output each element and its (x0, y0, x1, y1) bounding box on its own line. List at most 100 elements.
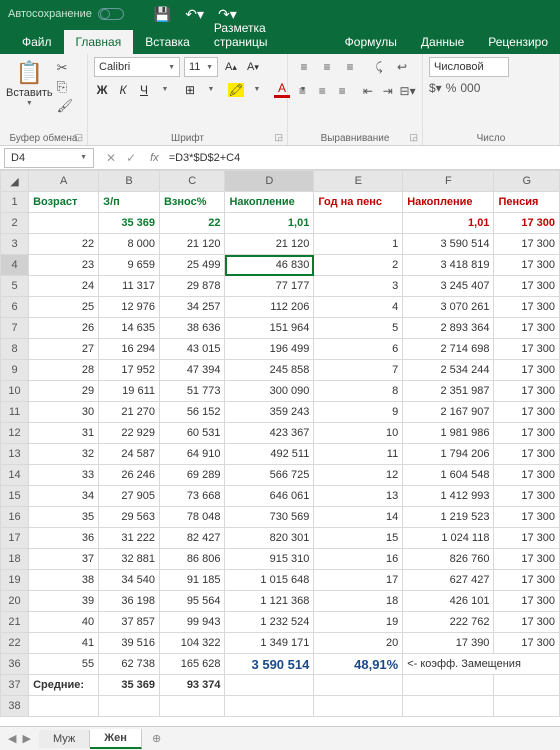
col-E[interactable]: E (314, 171, 403, 192)
col-G[interactable]: G (494, 171, 560, 192)
group-number-label: Число (477, 133, 506, 144)
select-all[interactable]: ◢ (1, 171, 29, 192)
table-row: 16 35 29 563 78 048 730 569 14 1 219 523… (1, 507, 560, 528)
formula-input[interactable]: =D3*$D$2+C4 (165, 152, 560, 164)
launcher-icon[interactable]: ◲ (74, 132, 83, 143)
align-bottom-icon[interactable]: ≡ (340, 57, 360, 77)
name-box[interactable]: D4▼ (4, 148, 94, 168)
table-row: 9 28 17 952 47 394 245 858 7 2 534 244 1… (1, 360, 560, 381)
table-row: 5 24 11 317 29 878 77 177 3 3 245 407 17… (1, 276, 560, 297)
wrap-text-icon[interactable]: ↩ (392, 57, 412, 77)
col-D[interactable]: D (225, 171, 314, 192)
align-center-icon[interactable]: ≡ (314, 81, 331, 101)
col-C[interactable]: C (159, 171, 224, 192)
table-row: 20 39 36 198 95 564 1 121 368 18 426 101… (1, 591, 560, 612)
table-row: 22 41 39 516 104 322 1 349 171 20 17 390… (1, 633, 560, 654)
clipboard-icon: 📋 (16, 60, 43, 86)
autosave-label: Автосохранение (8, 8, 92, 20)
merge-icon[interactable]: ⊟▾ (399, 81, 416, 101)
table-row: 2 35 369 22 1,01 1,01 17 300 (1, 213, 560, 234)
align-left-icon[interactable]: ≡ (294, 81, 311, 101)
table-row: 7 26 14 635 38 636 151 964 5 2 893 364 1… (1, 318, 560, 339)
align-right-icon[interactable]: ≡ (334, 81, 351, 101)
format-painter-icon[interactable]: 🖌 (57, 98, 74, 114)
table-row: 10 29 19 611 51 773 300 090 8 2 351 987 … (1, 381, 560, 402)
grid[interactable]: ◢ A B C D E F G 1 Возраст З/п Взнос% Нак… (0, 170, 560, 717)
bold-button[interactable]: Ж (94, 83, 110, 97)
font-name-combo[interactable]: Calibri▼ (94, 57, 180, 77)
align-middle-icon[interactable]: ≡ (317, 57, 337, 77)
font-size-combo[interactable]: 11▼ (184, 57, 218, 77)
comma-icon[interactable]: 000 (460, 81, 480, 95)
indent-dec-icon[interactable]: ⇤ (359, 81, 376, 101)
col-F[interactable]: F (403, 171, 494, 192)
add-sheet-icon[interactable]: ⊕ (142, 732, 171, 745)
table-row: 11 30 21 270 56 152 359 243 9 2 167 907 … (1, 402, 560, 423)
tab-data[interactable]: Данные (409, 30, 476, 54)
underline-button[interactable]: Ч (136, 83, 152, 97)
tab-home[interactable]: Главная (64, 30, 134, 54)
orientation-icon[interactable]: ⤹ (369, 57, 389, 77)
table-row: 8 27 16 294 43 015 196 499 6 2 714 698 1… (1, 339, 560, 360)
table-row: 12 31 22 929 60 531 423 367 10 1 981 986… (1, 423, 560, 444)
italic-button[interactable]: К (115, 83, 131, 97)
table-row: 38 (1, 696, 560, 717)
number-format-combo[interactable]: Числовой (429, 57, 509, 77)
fill-color-icon[interactable]: 🖍 (228, 83, 244, 97)
table-row: 6 25 12 976 34 257 112 206 4 3 070 261 1… (1, 297, 560, 318)
formula-bar: D4▼ ✕ ✓ fx =D3*$D$2+C4 (0, 146, 560, 170)
percent-icon[interactable]: % (446, 81, 457, 95)
table-row: 19 38 34 540 91 185 1 015 648 17 627 427… (1, 570, 560, 591)
sheet-tab-1[interactable]: Муж (39, 730, 90, 748)
border-icon[interactable]: ⊞ (182, 83, 198, 97)
currency-icon[interactable]: $▾ (429, 81, 442, 95)
launcher-icon[interactable]: ◲ (409, 132, 418, 143)
fx-icon[interactable]: fx (144, 152, 165, 164)
paste-button[interactable]: 📋 Вставить ▼ (6, 57, 53, 130)
group-font: Calibri▼ 11▼ A▴ A▾ Ж К Ч▼ ⊞▼ 🖍▼ A▼ Шрифт… (88, 54, 288, 145)
ribbon-tabs: Файл Главная Вставка Разметка страницы Ф… (0, 28, 560, 54)
table-row: 14 33 26 246 69 289 566 725 12 1 604 548… (1, 465, 560, 486)
save-icon[interactable]: 💾 (154, 6, 171, 23)
tab-insert[interactable]: Вставка (133, 30, 202, 54)
col-headers: ◢ A B C D E F G (1, 171, 560, 192)
table-row: 4 23 9 659 25 499 46 830 2 3 418 819 17 … (1, 255, 560, 276)
launcher-icon[interactable]: ◲ (274, 132, 283, 143)
indent-inc-icon[interactable]: ⇥ (379, 81, 396, 101)
table-row: 21 40 37 857 99 943 1 232 524 19 222 762… (1, 612, 560, 633)
ribbon: 📋 Вставить ▼ ✂ ⎘ 🖌 Буфер обмена◲ Calibri… (0, 54, 560, 146)
chevron-down-icon: ▼ (26, 100, 33, 107)
group-font-label: Шрифт (171, 133, 204, 144)
table-row: 15 34 27 905 73 668 646 061 13 1 412 993… (1, 486, 560, 507)
group-align: ≡ ≡ ≡ ⤹ ↩ ≡ ≡ ≡ ⇤ ⇥ ⊟▾ Выравнивание ◲ (288, 54, 423, 145)
toggle-icon (98, 8, 124, 20)
table-row: 36 55 62 738 165 628 3 590 514 48,91% <-… (1, 654, 560, 675)
paste-label: Вставить (6, 87, 53, 99)
cancel-icon[interactable]: ✕ (106, 151, 116, 165)
table-row: 37 Средние: 35 369 93 374 (1, 675, 560, 696)
table-row: 18 37 32 881 86 806 915 310 16 826 760 1… (1, 549, 560, 570)
increase-font-icon[interactable]: A▴ (222, 57, 240, 77)
group-number: Числовой $▾ % 000 Число (423, 54, 560, 145)
tab-review[interactable]: Рецензиро (476, 30, 560, 54)
group-align-label: Выравнивание (321, 133, 390, 144)
table-row: 1 Возраст З/п Взнос% Накопление Год на п… (1, 192, 560, 213)
col-B[interactable]: B (99, 171, 160, 192)
sheet-nav[interactable]: ◀▶ (0, 732, 39, 745)
tab-formulas[interactable]: Формулы (333, 30, 409, 54)
tab-file[interactable]: Файл (10, 30, 64, 54)
table-row: 13 32 24 587 64 910 492 511 11 1 794 206… (1, 444, 560, 465)
sheet-tab-2[interactable]: Жен (90, 729, 142, 749)
autosave-toggle[interactable]: Автосохранение (8, 8, 124, 20)
group-clipboard: 📋 Вставить ▼ ✂ ⎘ 🖌 Буфер обмена◲ (0, 54, 88, 145)
copy-icon[interactable]: ⎘ (57, 79, 74, 95)
col-A[interactable]: A (29, 171, 99, 192)
table-row: 3 22 8 000 21 120 21 120 1 3 590 514 17 … (1, 234, 560, 255)
sheet-tabs: ◀▶ Муж Жен ⊕ (0, 726, 560, 750)
group-clipboard-label: Буфер обмена (10, 133, 78, 144)
tab-layout[interactable]: Разметка страницы (202, 16, 333, 54)
cut-icon[interactable]: ✂ (57, 60, 74, 76)
enter-icon[interactable]: ✓ (126, 151, 136, 165)
decrease-font-icon[interactable]: A▾ (244, 57, 262, 77)
align-top-icon[interactable]: ≡ (294, 57, 314, 77)
